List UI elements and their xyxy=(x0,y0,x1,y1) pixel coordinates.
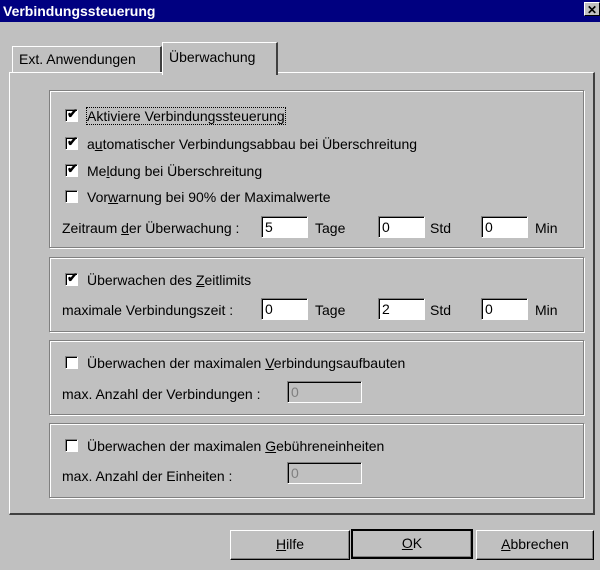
max-days-input[interactable]: 0 xyxy=(261,298,308,320)
label-part: er Überwachung : xyxy=(128,220,240,236)
label-part: Me xyxy=(87,163,107,179)
label-part: Überwachen der maximalen xyxy=(87,438,266,454)
checkbox-prewarning[interactable]: Vorwarnung bei 90% der Maximalwerte xyxy=(65,187,331,207)
max-connections-label: max. Anzahl der Verbindungen : xyxy=(62,386,261,402)
checkbox[interactable] xyxy=(65,356,78,370)
tab-ext-anwendungen[interactable]: Ext. Anwendungen xyxy=(12,46,162,73)
label-part: erbindungsaufbauten xyxy=(273,355,406,371)
label-part: ilfe xyxy=(286,536,305,552)
label-part: Zeitraum xyxy=(62,220,122,236)
title-bar[interactable]: Verbindungssteuerung ✕ xyxy=(0,0,600,22)
checkbox-monitor-max-fee-units[interactable]: Überwachen der maximalen Gebühreneinheit… xyxy=(65,436,384,456)
max-hours-input[interactable]: 2 xyxy=(378,298,425,320)
ok-button[interactable]: OK xyxy=(351,529,473,559)
label-mnemonic: u xyxy=(94,136,103,152)
check-icon: ✔ xyxy=(67,106,78,122)
check-icon: ✔ xyxy=(67,270,78,286)
unit-days-label: Tage xyxy=(315,302,346,318)
unit-hours-label: Std xyxy=(430,220,452,236)
checkbox-auto-disconnect[interactable]: ✔ automatischer Verbindungsabbau bei Über… xyxy=(65,134,417,154)
label-mnemonic: G xyxy=(265,438,277,454)
check-icon: ✔ xyxy=(67,134,78,150)
label-part: Überwachen der maximalen xyxy=(87,355,266,371)
group-max-fee-units xyxy=(49,423,584,498)
max-connection-time-label: maximale Verbindungszeit : xyxy=(62,302,234,318)
label-part: K xyxy=(412,535,423,551)
label-part: arnung bei 90% der Maximalwerte xyxy=(118,189,331,205)
checkbox[interactable] xyxy=(65,190,78,204)
label-mnemonic: d xyxy=(121,220,129,236)
checkbox-activate-connection-control[interactable]: ✔ Aktiviere Verbindungssteuerung xyxy=(65,106,286,126)
label-part: eitlimits xyxy=(204,272,252,288)
tab-ueberwachung[interactable]: Überwachung xyxy=(162,42,278,75)
unit-days-label: Tage xyxy=(315,220,346,236)
window-title: Verbindungssteuerung xyxy=(3,3,156,19)
cancel-button[interactable]: Abbrechen xyxy=(476,530,594,560)
period-minutes-input[interactable]: 0 xyxy=(481,216,528,238)
checkbox-monitor-max-connections[interactable]: Überwachen der maximalen Verbindungsaufb… xyxy=(65,353,405,373)
check-icon: ✔ xyxy=(67,161,78,177)
tab-label: Ext. Anwendungen xyxy=(19,51,136,67)
label-part: ebühreneinheiten xyxy=(276,438,385,454)
checkbox[interactable]: ✔ xyxy=(65,106,78,123)
checkbox[interactable] xyxy=(65,439,78,453)
label-part: dung bei Überschreitung xyxy=(109,163,263,179)
checkbox[interactable]: ✔ xyxy=(65,270,78,287)
tab-label: Überwachung xyxy=(169,49,256,65)
label-part: Überwachen des xyxy=(87,272,196,288)
label-mnemonic: H xyxy=(275,536,287,552)
max-units-input[interactable]: 0 xyxy=(287,462,362,484)
checkbox-label: Aktiviere Verbindungssteuerung xyxy=(86,107,286,125)
close-button[interactable]: ✕ xyxy=(584,2,600,17)
unit-minutes-label: Min xyxy=(535,220,558,236)
unit-hours-label: Std xyxy=(430,302,452,318)
label-mnemonic: w xyxy=(108,189,119,205)
label-part: a xyxy=(87,136,95,152)
label-part: Vor xyxy=(87,189,109,205)
checkbox[interactable]: ✔ xyxy=(65,161,78,178)
max-connections-input[interactable]: 0 xyxy=(287,381,362,403)
label-part: tomatischer Verbindungsabbau bei Übersch… xyxy=(102,136,418,152)
max-minutes-input[interactable]: 0 xyxy=(481,298,528,320)
checkbox-monitor-time-limit[interactable]: ✔ Überwachen des Zeitlimits xyxy=(65,270,251,290)
close-icon: ✕ xyxy=(586,3,598,17)
label-mnemonic: Z xyxy=(195,272,205,288)
label-mnemonic: O xyxy=(401,535,413,551)
period-days-input[interactable]: 5 xyxy=(261,216,308,238)
label-mnemonic: V xyxy=(265,355,274,371)
checkbox[interactable]: ✔ xyxy=(65,134,78,151)
period-hours-input[interactable]: 0 xyxy=(378,216,425,238)
help-button[interactable]: Hilfe xyxy=(230,530,350,560)
group-time-limit xyxy=(49,257,584,332)
unit-minutes-label: Min xyxy=(535,302,558,318)
checkbox-message-on-exceed[interactable]: ✔ Meldung bei Überschreitung xyxy=(65,161,262,181)
max-units-label: max. Anzahl der Einheiten : xyxy=(62,468,233,484)
label-part: bbrechen xyxy=(510,536,569,552)
monitoring-period-label: Zeitraum der Überwachung : xyxy=(62,218,239,238)
